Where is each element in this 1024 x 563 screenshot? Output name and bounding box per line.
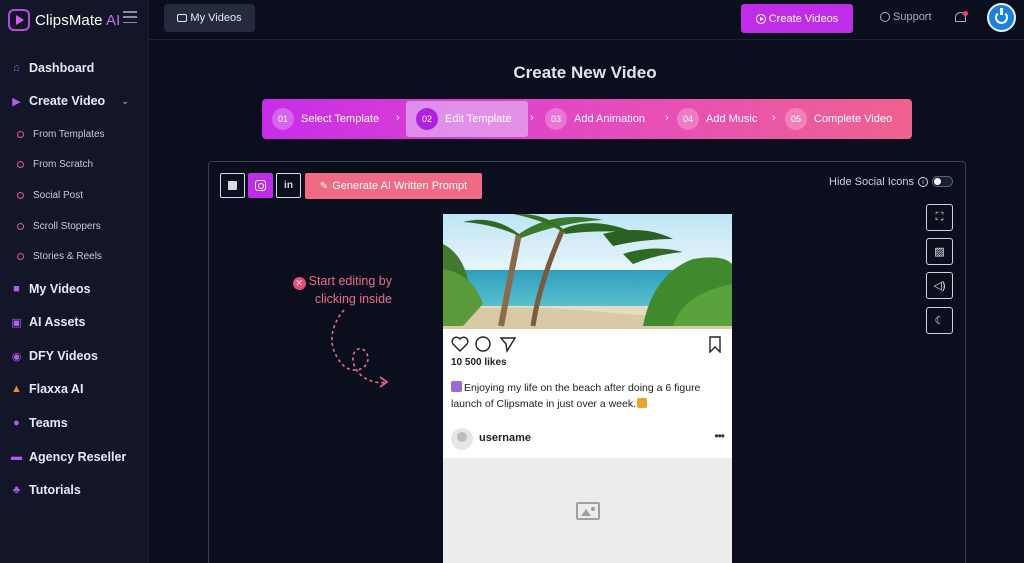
hide-social-icons-label: Hide Social Icons i xyxy=(829,176,928,188)
create-videos-button[interactable]: Create Videos xyxy=(741,4,853,33)
generate-prompt-button[interactable]: ✎ Generate AI Written Prompt xyxy=(305,173,482,199)
linkedin-button[interactable]: in xyxy=(276,173,301,198)
chevron-down-icon[interactable]: ⌄ xyxy=(121,96,129,107)
speaker-icon: ◁) xyxy=(933,280,946,292)
sidebar-subitem-from-scratch[interactable]: From Scratch xyxy=(17,156,93,172)
image-icon: ▨ xyxy=(934,246,945,258)
user-avatar[interactable] xyxy=(987,3,1016,32)
sound-button[interactable]: ◁) xyxy=(926,272,953,299)
my-videos-button[interactable]: My Videos xyxy=(164,4,255,32)
facebook-button[interactable] xyxy=(220,173,245,198)
topbar: My Videos Create Videos Support xyxy=(149,0,1024,40)
notification-badge xyxy=(963,11,968,16)
video-camera-icon: ■ xyxy=(13,283,20,295)
bullet-icon xyxy=(17,191,24,199)
chevron-right-icon: › xyxy=(665,112,669,124)
bullet-icon xyxy=(17,252,24,260)
bookmark-icon xyxy=(709,336,721,353)
image-placeholder[interactable] xyxy=(443,458,732,563)
clipsmate-logo-icon xyxy=(8,9,30,31)
instagram-button[interactable] xyxy=(248,173,273,198)
chevron-right-icon: › xyxy=(396,112,400,124)
moon-icon: ☾ xyxy=(934,315,945,327)
step-add-music[interactable]: 04 Add Music xyxy=(677,99,757,139)
step-edit-template[interactable]: 02 Edit Template xyxy=(406,101,528,137)
play-circle-icon xyxy=(755,13,766,24)
chevron-right-icon: › xyxy=(772,112,776,124)
sidebar-item-tutorials[interactable]: ♣ Tutorials xyxy=(10,480,81,500)
home-icon: ⌂ xyxy=(13,62,20,74)
post-action-bar xyxy=(451,336,721,353)
sidebar-item-my-videos[interactable]: ■ My Videos xyxy=(10,279,90,299)
sidebar-item-dashboard[interactable]: ⌂ Dashboard xyxy=(10,58,94,78)
play-circle-icon: ◉ xyxy=(11,350,22,363)
sidebar-item-dfy-videos[interactable]: ◉ DFY Videos xyxy=(10,346,98,366)
headset-icon xyxy=(880,12,890,22)
chevron-right-icon: › xyxy=(530,112,534,124)
magic-wand-icon: ✎ xyxy=(319,180,329,192)
facebook-icon xyxy=(228,181,237,190)
fullscreen-icon: ⛶ xyxy=(935,211,944,223)
editing-hint: ✕ Start editing by clicking inside xyxy=(262,272,392,308)
sidebar-subitem-social-post[interactable]: Social Post xyxy=(17,187,83,203)
beach-photo[interactable] xyxy=(443,214,732,329)
briefcase-icon: ▬ xyxy=(11,451,22,463)
brand-logo[interactable]: ClipsMate AI xyxy=(8,6,120,34)
linkedin-icon: in xyxy=(284,180,293,191)
brand-name: ClipsMate AI xyxy=(35,11,121,29)
gift-emoji-icon xyxy=(637,398,648,408)
emoji-icon xyxy=(451,381,462,392)
post-caption[interactable]: Enjoying my life on the beach after doin… xyxy=(451,380,711,412)
sidebar-item-agency-reseller[interactable]: ▬ Agency Reseller xyxy=(10,447,126,467)
share-icon xyxy=(499,337,517,353)
step-progress: 01 Select Template › 02 Edit Template › 03… xyxy=(262,99,912,139)
sidebar-item-teams[interactable]: ● Teams xyxy=(10,413,68,433)
page-title: Create New Video xyxy=(513,63,657,82)
power-icon xyxy=(995,8,1008,24)
comment-icon xyxy=(475,336,491,352)
support-link[interactable]: Support xyxy=(880,11,932,23)
step-add-animation[interactable]: 03 Add Animation xyxy=(545,99,645,139)
bullet-icon xyxy=(17,130,24,138)
user-avatar-icon xyxy=(451,428,473,450)
image-placeholder-icon xyxy=(575,501,600,520)
more-options-icon[interactable]: ••• xyxy=(714,429,725,443)
users-icon: ● xyxy=(13,417,20,429)
background-image-button[interactable]: ▨ xyxy=(926,238,953,265)
dark-mode-button[interactable]: ☾ xyxy=(926,307,953,334)
instagram-post-preview[interactable]: 10 500 likes Enjoying my life on the bea… xyxy=(443,214,732,563)
sidebar: ClipsMate AI ⌂ Dashboard ▶ Create Video … xyxy=(0,0,149,563)
curved-arrow-icon xyxy=(331,309,389,388)
play-circle-icon: ▶ xyxy=(12,95,21,108)
instagram-icon xyxy=(255,180,266,191)
tutorials-icon: ♣ xyxy=(12,484,21,496)
hide-social-icons-toggle[interactable] xyxy=(932,176,953,187)
likes-count: 10 500 likes xyxy=(451,357,507,368)
flaxxa-icon: ▲ xyxy=(11,383,22,395)
post-username[interactable]: username xyxy=(479,432,531,444)
menu-toggle-icon[interactable] xyxy=(123,11,137,23)
sidebar-item-create-video[interactable]: ▶ Create Video xyxy=(10,91,105,111)
close-circle-icon: ✕ xyxy=(292,277,306,290)
notification-bell-icon[interactable] xyxy=(953,9,969,27)
post-user-row: username ••• xyxy=(451,428,725,450)
like-heart-icon xyxy=(451,336,469,352)
bullet-icon xyxy=(17,222,24,230)
sidebar-subitem-stories-reels[interactable]: Stories & Reels xyxy=(17,248,102,264)
bullet-icon xyxy=(17,160,24,168)
info-icon[interactable]: i xyxy=(918,177,928,187)
sidebar-item-ai-assets[interactable]: ▣ AI Assets xyxy=(10,312,85,332)
step-complete-video[interactable]: 05 Complete Video xyxy=(785,99,892,139)
fullscreen-button[interactable]: ⛶ xyxy=(926,204,953,231)
step-select-template[interactable]: 01 Select Template xyxy=(272,99,379,139)
sidebar-subitem-from-templates[interactable]: From Templates xyxy=(17,126,105,142)
sidebar-item-flaxxa-ai[interactable]: ▲ Flaxxa AI xyxy=(10,379,83,399)
sidebar-subitem-scroll-stoppers[interactable]: Scroll Stoppers xyxy=(17,218,101,234)
video-camera-icon xyxy=(177,14,188,22)
image-stack-icon: ▣ xyxy=(11,316,22,329)
